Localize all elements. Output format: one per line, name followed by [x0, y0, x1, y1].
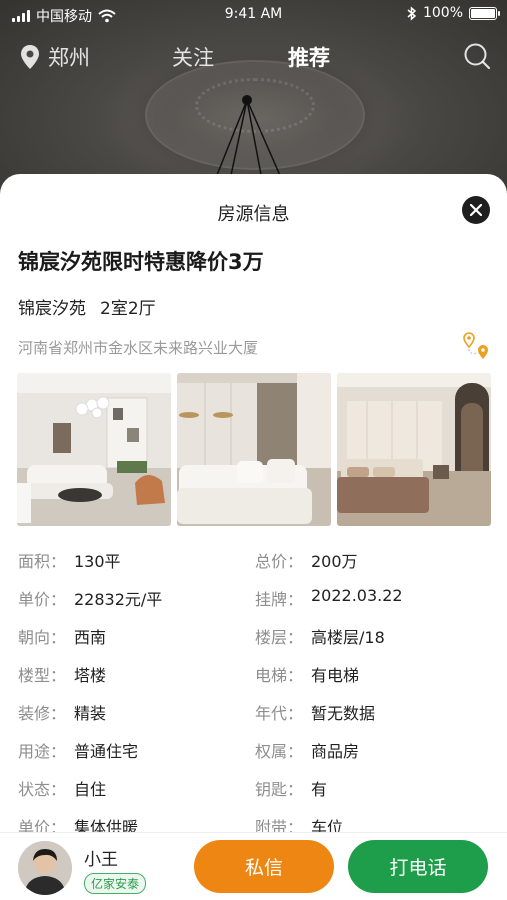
info-label: 状态：: [18, 780, 67, 799]
tab-recommend[interactable]: 推荐: [288, 42, 330, 72]
info-row: 装修： 精装 年代： 暂无数据: [18, 700, 488, 738]
tab-follow[interactable]: 关注: [172, 42, 214, 72]
agent-avatar[interactable]: [18, 841, 72, 895]
status-bar: 中国移动 9:41 AM 100%: [0, 0, 507, 30]
info-value: 200万: [311, 552, 358, 571]
info-label: 用途：: [18, 742, 67, 761]
info-label: 钥匙：: [255, 780, 304, 799]
city-name: 郑州: [48, 46, 90, 70]
info-label: 楼型：: [18, 666, 67, 685]
info-value: 西南: [74, 628, 107, 647]
photo-gallery: [17, 373, 491, 526]
info-label: 朝向：: [18, 628, 67, 647]
info-value: 塔楼: [74, 666, 107, 685]
agent-company-badge: 亿家安泰: [84, 873, 147, 894]
info-label: 年代：: [255, 704, 304, 723]
info-value: 有电梯: [311, 666, 360, 685]
info-label: 面积：: [18, 552, 67, 571]
info-value: 130平: [74, 552, 121, 571]
info-value: 22832元/平: [74, 590, 163, 609]
top-nav: 郑州 关注 推荐: [0, 38, 507, 78]
info-value: 有: [311, 780, 328, 799]
info-label: 电梯：: [255, 666, 304, 685]
info-row: 用途： 普通住宅 权属： 商品房: [18, 738, 488, 776]
address: 河南省郑州市金水区未来路兴业大厦: [18, 339, 259, 357]
battery-percent: 100%: [422, 5, 463, 21]
info-value: 普通住宅: [74, 742, 139, 761]
listing-title: 锦宸汐苑限时特惠降价3万: [18, 250, 264, 274]
info-label: 总价：: [255, 552, 304, 571]
info-value: 暂无数据: [311, 704, 376, 723]
info-label: 权属：: [255, 742, 304, 761]
info-row: 楼型： 塔楼 电梯： 有电梯: [18, 662, 488, 700]
room-layout: 2室2厅: [100, 299, 156, 319]
info-label: 装修：: [18, 704, 67, 723]
info-row: 状态： 自住 钥匙： 有: [18, 776, 488, 814]
search-icon: [464, 43, 491, 70]
info-label: 单价：: [18, 590, 67, 609]
background-ceiling-image: [0, 0, 507, 200]
bottom-action-bar: 小王 亿家安泰 私信 打电话: [0, 832, 507, 900]
info-value: 商品房: [311, 742, 360, 761]
call-button[interactable]: 打电话: [348, 840, 488, 893]
agent-name: 小王: [84, 850, 118, 870]
info-row: 单价： 22832元/平 挂牌： 2022.03.22: [18, 586, 488, 624]
message-button[interactable]: 私信: [194, 840, 334, 893]
map-route-icon: [463, 332, 488, 359]
info-value: 自住: [74, 780, 107, 799]
battery-icon: [469, 6, 500, 20]
community-name: 锦宸汐苑: [18, 299, 86, 319]
info-row: 面积： 130平 总价： 200万: [18, 548, 488, 586]
property-info-grid: 面积： 130平 总价： 200万 单价： 22832元/平 挂牌： 2022.03.2…: [18, 548, 488, 852]
location-pin-icon: [21, 45, 39, 69]
info-row: 朝向： 西南 楼层： 高楼层/18: [18, 624, 488, 662]
city-selector[interactable]: 郑州: [20, 42, 90, 72]
listing-detail-sheet: 房源信息 锦宸汐苑限时特惠降价3万 锦宸汐苑 2室2厅 河南省郑州市金水区未来路…: [0, 174, 507, 900]
sofa-room-photo[interactable]: [177, 373, 331, 526]
close-icon: [470, 204, 482, 216]
living-room-photo[interactable]: [17, 373, 171, 526]
info-label: 挂牌：: [255, 590, 304, 609]
bluetooth-icon: [407, 5, 417, 21]
info-label: 楼层：: [255, 628, 304, 647]
close-button[interactable]: [462, 196, 490, 224]
search-button[interactable]: [463, 42, 491, 74]
info-value: 精装: [74, 704, 107, 723]
bedroom-photo[interactable]: [337, 373, 491, 526]
map-navigation-button[interactable]: [463, 331, 491, 365]
info-value: 高楼层/18: [311, 628, 385, 647]
sheet-title: 房源信息: [217, 204, 290, 225]
listing-subtitle: 锦宸汐苑 2室2厅: [18, 294, 156, 319]
pendant-lamp-cords: [214, 95, 283, 181]
info-value: 2022.03.22: [311, 586, 403, 605]
